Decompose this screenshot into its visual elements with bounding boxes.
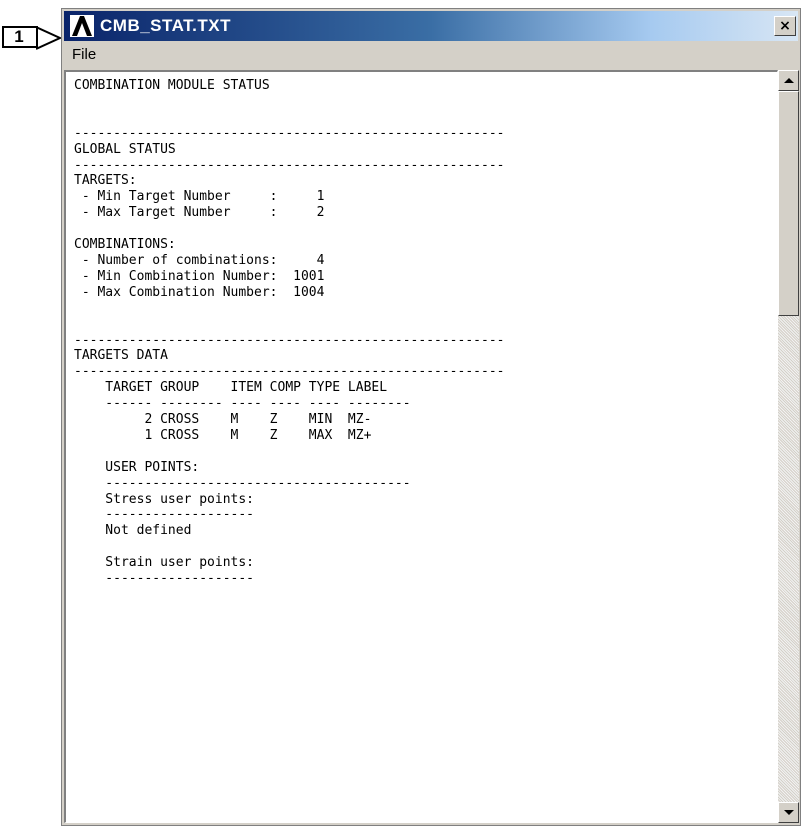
arrow-up-icon (784, 78, 794, 83)
document-line: Stress user points: (74, 491, 255, 507)
document-line: ----------------------------------------… (74, 125, 505, 141)
document-line: ----------------------------------------… (74, 364, 505, 380)
document-line: COMBINATION MODULE STATUS (74, 78, 270, 93)
scroll-up-button[interactable] (778, 70, 799, 91)
callout-marker: 1 (2, 26, 63, 52)
ansys-logo-icon (70, 15, 94, 37)
callout-arrow-icon (36, 26, 63, 50)
text-content-area[interactable]: COMBINATION MODULE STATUS --------------… (64, 70, 778, 823)
close-button[interactable]: × (774, 16, 796, 36)
document-text: COMBINATION MODULE STATUS --------------… (74, 78, 504, 587)
document-line: Not defined (74, 523, 192, 539)
document-line: GLOBAL STATUS (74, 141, 176, 157)
menu-bar: File (64, 42, 798, 68)
document-line: ------------------- (74, 507, 255, 523)
title-bar[interactable]: CMB_STAT.TXT × (64, 11, 798, 41)
document-line: --------------------------------------- (74, 475, 411, 491)
document-line: - Max Combination Number: 1004 (74, 284, 325, 300)
vertical-scrollbar[interactable] (778, 70, 799, 823)
document-line: COMBINATIONS: (74, 237, 176, 253)
document-line: 2 CROSS M Z MIN MZ- (74, 412, 372, 428)
window-title: CMB_STAT.TXT (100, 16, 231, 35)
document-line: TARGETS DATA (74, 348, 168, 364)
document-line: TARGET GROUP ITEM COMP TYPE LABEL (74, 380, 388, 396)
document-line: ----------------------------------------… (74, 157, 505, 173)
document-line: - Min Target Number : 1 (74, 189, 325, 205)
text-viewer-window: CMB_STAT.TXT × File COMBINATION MODULE S… (61, 8, 801, 826)
scrollbar-thumb[interactable] (778, 91, 799, 316)
document-line: - Min Combination Number: 1001 (74, 268, 325, 284)
document-line: - Number of combinations: 4 (74, 252, 325, 268)
arrow-down-icon (784, 810, 794, 815)
document-line: 1 CROSS M Z MAX MZ+ (74, 427, 372, 443)
scroll-down-button[interactable] (778, 802, 799, 823)
document-line: USER POINTS: (74, 459, 200, 475)
document-line: ------ -------- ---- ---- ---- -------- (74, 396, 411, 412)
document-line: ----------------------------------------… (74, 332, 505, 348)
document-line: - Max Target Number : 2 (74, 205, 325, 221)
document-line: TARGETS: (74, 173, 137, 189)
callout-number: 1 (14, 27, 24, 46)
document-line: Strain user points: (74, 555, 255, 571)
menu-file[interactable]: File (72, 46, 96, 63)
document-line: ------------------- (74, 571, 255, 587)
